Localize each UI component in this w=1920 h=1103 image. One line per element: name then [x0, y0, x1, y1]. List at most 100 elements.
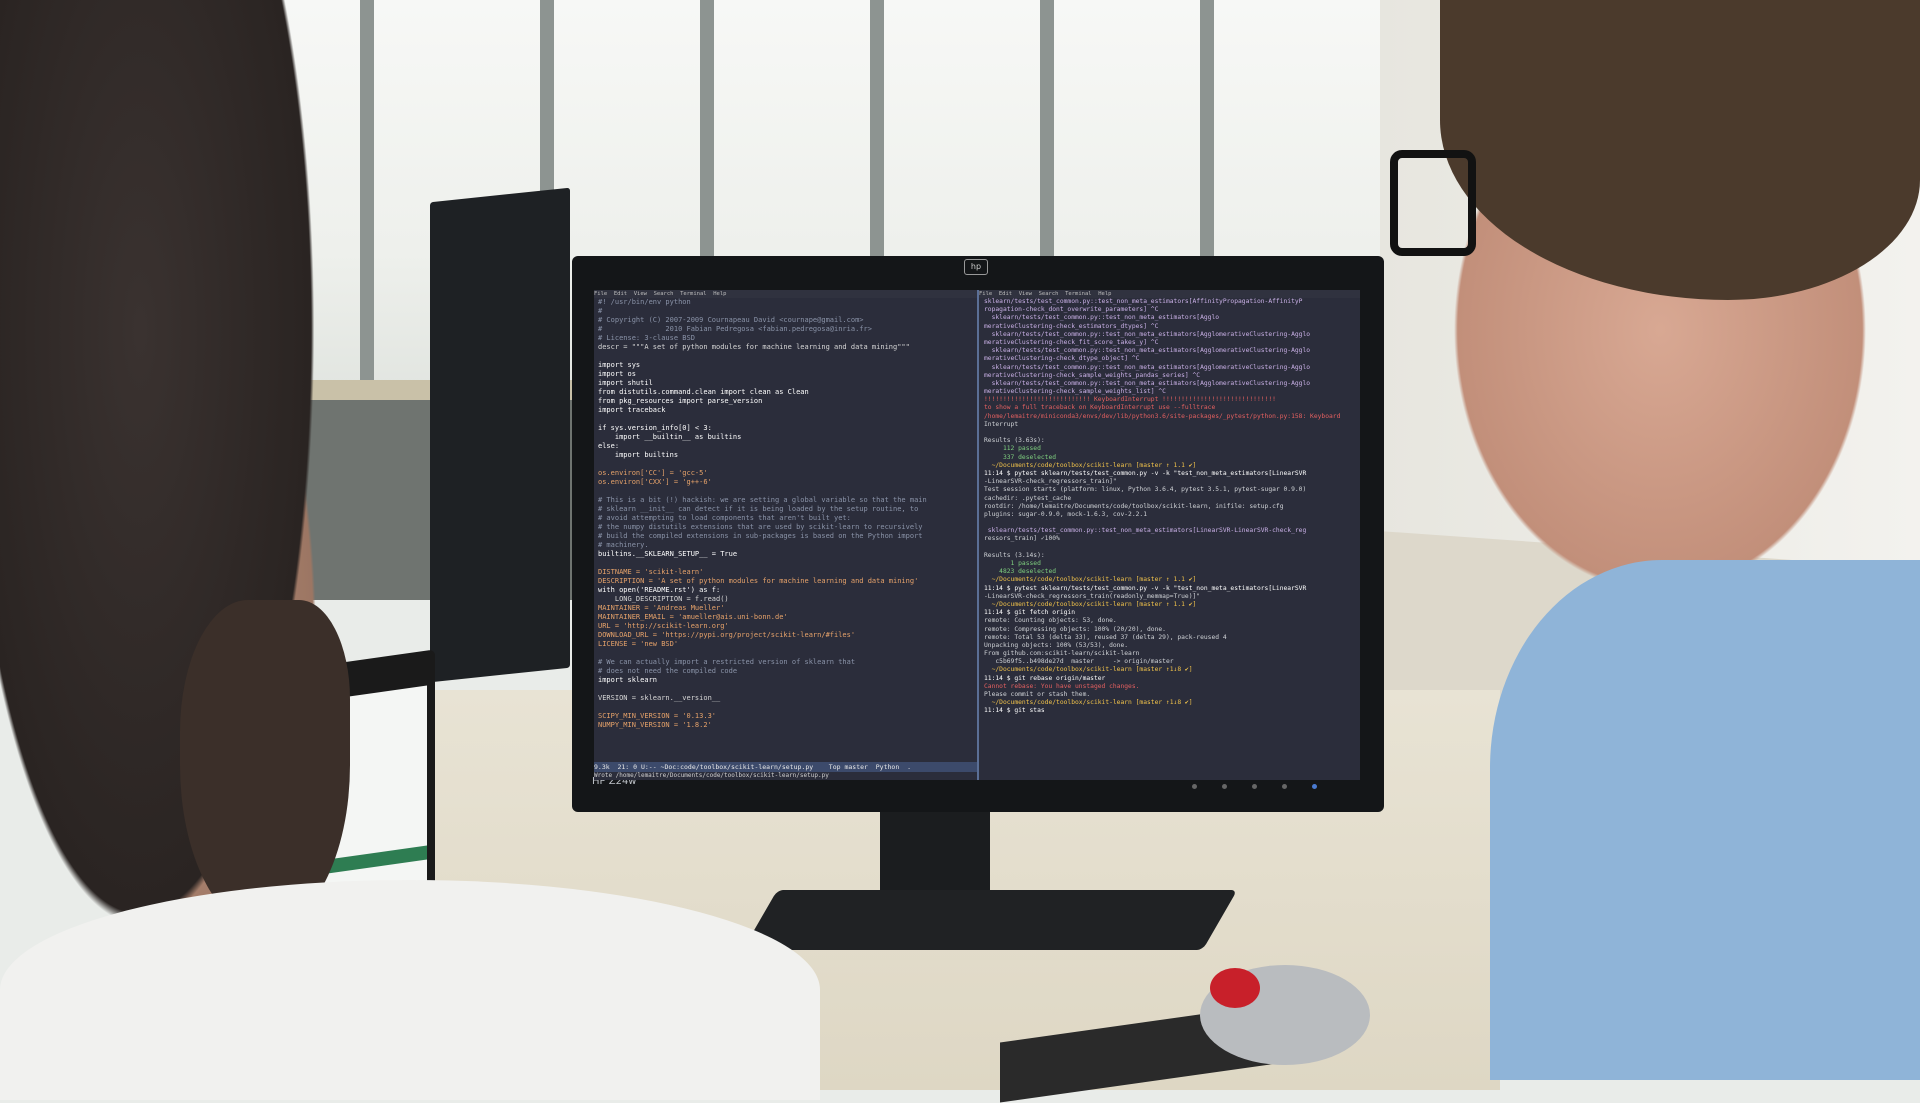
terminal-line: ~/Documents/code/toolbox/scikit-learn [m… [984, 600, 1197, 608]
terminal-line: Results (3.63s): [984, 437, 1045, 445]
code-line: # build the compiled extensions in sub-p… [598, 532, 923, 540]
terminal-line: 11:14 $ pytest sklearn/tests/test_common… [984, 469, 1307, 477]
code-line: SCIPY_MIN_VERSION = '0.13.3' [598, 712, 717, 720]
right-terminal-menubar[interactable]: File Edit View Search Terminal Help [979, 290, 1360, 298]
code-line: DOWNLOAD_URL = 'https://pypi.org/project… [598, 631, 856, 639]
terminal-line: sklearn/tests/test_common.py::test_non_m… [984, 347, 1311, 355]
code-line: #! /usr/bin/env python [598, 298, 691, 306]
terminal-line: 11:14 $ git stas [984, 707, 1045, 715]
terminal-line: 11:14 $ git fetch origin [984, 609, 1075, 617]
power-button[interactable] [1312, 784, 1317, 789]
secondary-monitor [430, 187, 570, 683]
code-line: # Copyright (C) 2007-2009 Cournapeau Dav… [598, 316, 864, 324]
code-line: DISTNAME = 'scikit-learn' [598, 568, 704, 576]
terminal-line: plugins: sugar-0.9.0, mock-1.6.3, cov-2.… [984, 510, 1148, 518]
terminal-line: c5b69f5..b498de27d master -> origin/mast… [984, 658, 1174, 666]
terminal-line: Cannot rebase: You have unstaged changes… [984, 682, 1140, 690]
monitor-base [742, 890, 1238, 950]
terminal-line: sklearn/tests/test_common.py::test_non_m… [984, 379, 1311, 387]
terminal-line: merativeClustering-check_dtype_object] ^… [984, 355, 1140, 363]
terminal-line: /home/lemaitre/miniconda3/envs/dev/lib/p… [984, 412, 1341, 420]
terminal-line: remote: Compressing objects: 100% (20/20… [984, 625, 1166, 633]
code-line: # 2010 Fabian Pedregosa <fabian.pedregos… [598, 325, 872, 333]
terminal-line: ~/Documents/code/toolbox/scikit-learn [m… [984, 666, 1193, 674]
trackball-ball [1210, 968, 1260, 1008]
code-line: from distutils.command.clean import clea… [598, 388, 809, 396]
emacs-minibuffer[interactable]: Wrote /home/lemaitre/Documents/code/tool… [594, 772, 977, 780]
code-line: builtins.__SKLEARN_SETUP__ = True [598, 550, 738, 558]
terminal-line: 1 passed [984, 560, 1041, 567]
code-line: os.environ['CXX'] = 'g++-6' [598, 478, 712, 486]
terminal-line: ~/Documents/code/toolbox/scikit-learn [m… [984, 576, 1197, 584]
terminal-line: 4823 deselected [984, 568, 1057, 576]
terminal-line: 112 passed [984, 445, 1041, 453]
terminal-line: ~/Documents/code/toolbox/scikit-learn [m… [984, 461, 1197, 469]
terminal-line: -LinearSVR-check_regressors_train]" [984, 478, 1117, 486]
code-line: # [598, 307, 603, 315]
window-frame [360, 0, 374, 400]
terminal-line: !!!!!!!!!!!!!!!!!!!!!!!!!!!! KeyboardInt… [984, 396, 1276, 404]
terminal-line: 337 deselected [984, 453, 1057, 461]
terminal-line: merativeClustering-check_estimators_dtyp… [984, 322, 1159, 330]
terminal-line: sklearn/tests/test_common.py::test_non_m… [984, 330, 1311, 338]
code-line: # sklearn __init__ can detect if it is b… [598, 505, 919, 513]
glasses [1390, 150, 1476, 256]
code-line: # We can actually import a restricted ve… [598, 658, 856, 666]
code-line: os.environ['CC'] = 'gcc-5' [598, 469, 708, 477]
pane-divider[interactable] [977, 290, 979, 780]
code-line: NUMPY_MIN_VERSION = '1.8.2' [598, 721, 712, 729]
left-terminal-menubar[interactable]: File Edit View Search Terminal Help [594, 290, 977, 298]
osd-button[interactable] [1222, 784, 1227, 789]
terminal-line: Please commit or stash them. [984, 691, 1091, 698]
terminal-line: sklearn/tests/test_common.py::test_non_m… [984, 314, 1220, 322]
code-line: VERSION = sklearn.__version__ [598, 694, 721, 702]
terminal-line: to show a full traceback on KeyboardInte… [984, 404, 1216, 412]
monitor-screen: File Edit View Search Terminal Help File… [594, 290, 1360, 780]
terminal-line: 11:14 $ pytest sklearn/tests/test_common… [984, 584, 1307, 592]
terminal-line: From github.com:scikit-learn/scikit-lear… [984, 650, 1140, 658]
code-line: # does not need the compiled code [598, 667, 738, 675]
shell-terminal-pane[interactable]: sklearn/tests/test_common.py::test_non_m… [984, 298, 1356, 768]
emacs-editor-pane[interactable]: #! /usr/bin/env python # # Copyright (C) 2… [598, 298, 974, 758]
terminal-line: sklearn/tests/test_common.py::test_non_m… [984, 527, 1307, 535]
terminal-line: merativeClustering-check_fit_score_takes… [984, 338, 1159, 346]
terminal-line: sklearn/tests/test_common.py::test_non_m… [984, 298, 1303, 305]
code-line: # License: 3-clause BSD [598, 334, 695, 342]
terminal-line: remote: Counting objects: 53, done. [984, 617, 1117, 625]
hp-logo: hp [964, 259, 988, 275]
osd-button[interactable] [1192, 784, 1197, 789]
terminal-line: ropagation-check_dont_overwrite_paramete… [984, 306, 1159, 314]
terminal-line: 11:14 $ git rebase origin/master [984, 674, 1106, 682]
code-line: else: [598, 442, 620, 450]
emacs-mode-line: 9.3k 21: 0 U:-- ~Doc:code/toolbox/scikit… [594, 762, 977, 772]
terminal-line: ressors_train] ✓100% [984, 535, 1064, 543]
code-line: DESCRIPTION = 'A set of python modules f… [598, 577, 919, 585]
terminal-line: cachedir: .pytest_cache [984, 494, 1072, 502]
terminal-line: Interrupt [984, 420, 1019, 428]
code-line: LONG_DESCRIPTION = f.read() [598, 595, 729, 603]
code-line: with open('README.rst') as f: [598, 586, 721, 594]
code-line: from pkg_resources import parse_version [598, 397, 763, 405]
osd-button[interactable] [1282, 784, 1287, 789]
osd-button[interactable] [1252, 784, 1257, 789]
terminal-line: Results (3.14s): [984, 551, 1045, 559]
code-line: # machinery. [598, 541, 649, 549]
code-line: # This is a bit (!) hackish: we are sett… [598, 496, 927, 504]
person-left-beard [180, 600, 350, 930]
code-line: MAINTAINER_EMAIL = 'amueller@ais.uni-bon… [598, 613, 788, 621]
terminal-line: Test session starts (platform: linux, Py… [984, 486, 1307, 494]
code-line: LICENSE = 'new BSD' [598, 640, 679, 648]
code-line: import __builtin__ as builtins [598, 433, 742, 441]
code-line: # the numpy distutils extensions that ar… [598, 523, 923, 531]
terminal-line: sklearn/tests/test_common.py::test_non_m… [984, 363, 1311, 371]
